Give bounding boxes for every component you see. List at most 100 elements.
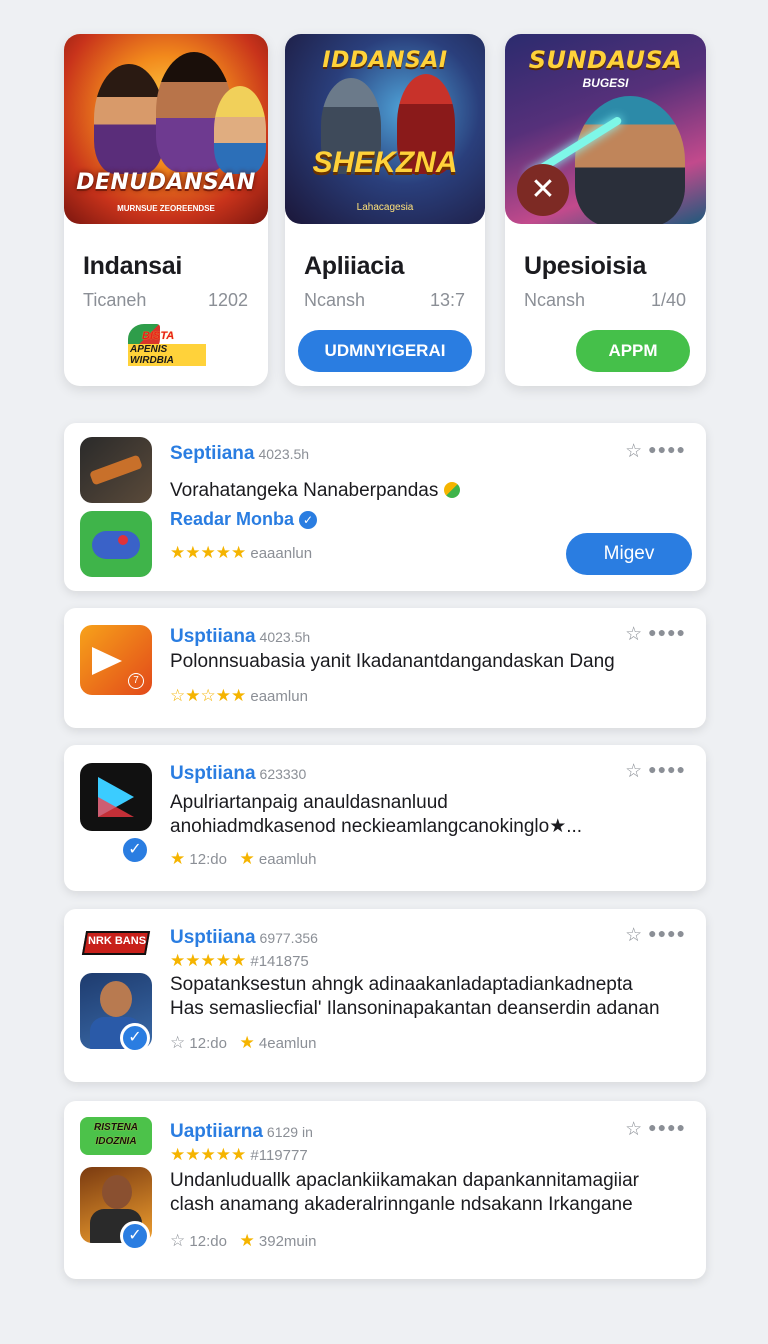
star-icon: ★ <box>239 1231 255 1250</box>
follow-button[interactable]: Migev <box>566 533 692 575</box>
review-text: Undanluduallk apaclankiikamakan dapankan… <box>170 1170 639 1215</box>
review-author-name[interactable]: Usptiiana <box>170 626 256 647</box>
verified-check-icon: ✓ <box>120 835 150 865</box>
review-card[interactable]: NRK BANS ✓ Usptiiana 6977.356 ★★★★★ #1418… <box>64 909 706 1082</box>
favorite-star-icon[interactable]: ☆ <box>625 925 642 946</box>
review-author[interactable]: Uaptiiarna 6129 in <box>170 1121 313 1143</box>
arrow-right-icon <box>92 647 122 675</box>
review-text: Polonnsuabasia yanit Ikadanantdangandask… <box>170 651 615 672</box>
review-meta: ★ 12:do ★ eaamluh <box>170 849 316 869</box>
artwork-subtitle: MURNSUE ZEOREENDSE <box>117 204 215 213</box>
more-dots-icon[interactable]: ●●●● <box>648 624 686 640</box>
app-meta-developer: Ncansh <box>304 290 366 310</box>
app-logo-tile: NRK BANS <box>80 923 152 963</box>
rating-label: 392muin <box>258 1233 317 1250</box>
more-dots-icon[interactable]: ●●●● <box>648 1119 686 1135</box>
blaster-icon <box>89 454 143 486</box>
more-dots-icon[interactable]: ●●●● <box>648 761 686 777</box>
review-actions: ☆ ●●●● <box>625 440 686 463</box>
review-code: 623330 <box>259 766 307 782</box>
review-rating: ☆★☆★★ eaamlun <box>170 686 308 706</box>
hero-figure-left <box>94 64 164 174</box>
hero-figure <box>575 96 685 224</box>
review-author[interactable]: Usptiiana 623330 <box>170 763 306 785</box>
review-text: Sopatanksestun ahngk adinaakanladaptadia… <box>170 974 660 1019</box>
rating-stars: ★★★★★ <box>170 543 247 562</box>
review-meta: ☆ 12:do ★ 392muin <box>170 1231 316 1251</box>
rating-label: eaaanlun <box>250 545 313 562</box>
review-text-body: Vorahatangeka Nanaberpandas <box>170 480 439 501</box>
favorite-star-icon[interactable]: ☆ <box>625 761 642 782</box>
hero-figure-right <box>214 86 266 174</box>
app-card-indansai[interactable]: DENUDANSAN MURNSUE ZEOREENDSE Indansai T… <box>64 34 268 386</box>
review-author[interactable]: Usptiiana 4023.5h <box>170 626 310 648</box>
artwork-subtitle: BUGESI <box>582 76 629 90</box>
review-author-name[interactable]: Uaptiiarna <box>170 1121 263 1142</box>
verified-check-icon: ✓ <box>120 1023 150 1053</box>
more-dots-icon[interactable]: ●●●● <box>648 441 686 457</box>
verified-check-icon: ✓ <box>299 511 318 529</box>
app-icon-blaster[interactable] <box>80 437 152 503</box>
app-icon-gamepad[interactable] <box>80 511 152 577</box>
review-card[interactable]: ✓ Usptiiana 623330 ☆ ●●●● Apulriartanpaig … <box>64 745 706 891</box>
app-meta-count: 1202 <box>207 290 248 310</box>
star-icon: ★ <box>239 1033 255 1052</box>
star-outline-icon: ☆ <box>170 1231 186 1250</box>
review-author[interactable]: Septiiana 4023.5h <box>170 443 309 465</box>
artwork-title-secondary: SHEKZNA <box>312 146 458 179</box>
app-meta: Ncansh 1/40 <box>524 290 686 311</box>
favorite-star-icon[interactable]: ☆ <box>625 441 642 462</box>
verified-check-icon: ✓ <box>120 1221 150 1251</box>
more-dots-icon[interactable]: ●●●● <box>648 925 686 941</box>
reviewer-name[interactable]: Readar Monba ✓ <box>170 509 318 530</box>
featured-apps-row: DENUDANSAN MURNSUE ZEOREENDSE Indansai T… <box>64 34 706 386</box>
app-card-upesioisia[interactable]: SUNDAUSA BUGESI ✕ Upesioisia Ncansh 1/40… <box>505 34 706 386</box>
review-code: 6129 in <box>266 1124 313 1140</box>
review-author-name[interactable]: Usptiiana <box>170 763 256 784</box>
rating-label: eaamluh <box>258 851 317 868</box>
install-button[interactable]: UDMNYIGERAI <box>298 330 472 372</box>
app-meta-developer: Ticaneh <box>83 290 147 310</box>
app-card-apliiacia[interactable]: IDDANSAI SHEKZNA Lahacagesia Apliiacia N… <box>285 34 485 386</box>
rating-label: eaamlun <box>250 688 308 705</box>
review-time: 12:do <box>189 1233 227 1250</box>
reviewer-name-text[interactable]: Readar Monba <box>170 509 294 529</box>
app-name: Upesioisia <box>524 252 647 280</box>
review-actions: ☆ ●●●● <box>625 1118 686 1141</box>
close-icon[interactable]: ✕ <box>517 164 569 216</box>
open-button[interactable]: APPM <box>576 330 690 372</box>
app-artwork[interactable]: DENUDANSAN MURNSUE ZEOREENDSE <box>64 34 268 224</box>
review-code: 6977.356 <box>259 930 318 946</box>
review-author-name[interactable]: Septiiana <box>170 443 254 464</box>
app-name: Indansai <box>83 252 183 280</box>
artwork-title: IDDANSAI <box>322 48 448 73</box>
logo-banner-text: RISTENA IDOZNIA <box>94 1122 138 1147</box>
app-name: Apliiacia <box>304 252 405 280</box>
review-text: Vorahatangeka Nanaberpandas <box>170 479 666 503</box>
favorite-star-icon[interactable]: ☆ <box>625 624 642 645</box>
review-card[interactable]: RISTENA IDOZNIA ✓ Uaptiiarna 6129 in ★★★★… <box>64 1101 706 1279</box>
app-artwork[interactable]: SUNDAUSA BUGESI ✕ <box>505 34 706 224</box>
review-card[interactable]: Septiiana 4023.5h ☆ ●●●● Vorahatangeka Nan… <box>64 423 706 591</box>
app-icon-arrow[interactable]: 7 <box>80 625 152 695</box>
review-tag: #141875 <box>250 953 309 970</box>
favorite-star-icon[interactable]: ☆ <box>625 1119 642 1140</box>
star-icon: ★ <box>170 849 186 868</box>
review-card[interactable]: 7 Usptiiana 4023.5h ☆ ●●●● Polonnsuabasia … <box>64 608 706 728</box>
artwork-title: DENUDANSAN <box>76 170 256 195</box>
review-time: 12:do <box>189 851 227 868</box>
app-artwork[interactable]: IDDANSAI SHEKZNA Lahacagesia <box>285 34 485 224</box>
app-meta-count: 13:7 <box>429 290 465 310</box>
review-author[interactable]: Usptiiana 6977.356 <box>170 927 318 949</box>
logo-text-top: BISTA <box>142 330 175 342</box>
review-author-name[interactable]: Usptiiana <box>170 927 256 948</box>
tile-badge: 7 <box>128 673 144 689</box>
avatar-face-icon <box>100 981 132 1017</box>
avatar-face-icon <box>102 1175 132 1209</box>
app-icon-play[interactable] <box>80 763 152 831</box>
artwork-subtitle: Lahacagesia <box>356 202 414 213</box>
review-rating: ★★★★★ #141875 <box>170 951 309 971</box>
review-text: Apulriartanpaig anauldasnanluud anohiadm… <box>170 792 583 837</box>
rating-stars: ☆★☆★★ <box>170 686 247 705</box>
review-rating: ★★★★★ #119777 <box>170 1145 308 1165</box>
